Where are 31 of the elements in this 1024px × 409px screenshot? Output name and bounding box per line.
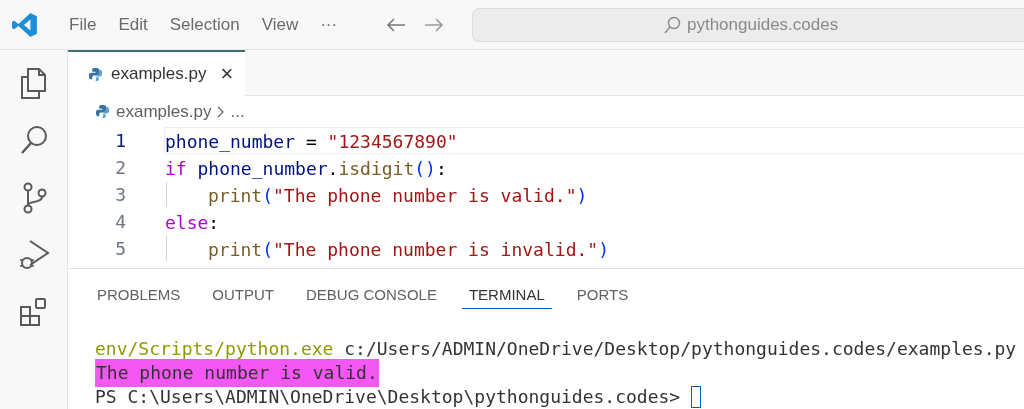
back-arrow-icon[interactable] xyxy=(386,16,407,33)
menu-item[interactable]: File xyxy=(58,10,108,39)
line-number: 4 xyxy=(114,211,127,232)
close-icon[interactable]: × xyxy=(220,63,234,86)
panel-tab[interactable]: PORTS xyxy=(569,282,636,309)
code-line: if phone_number.isdigit(): xyxy=(164,157,448,181)
python-file-icon xyxy=(95,104,110,120)
python-file-icon xyxy=(88,66,103,82)
line-number: 1 xyxy=(114,130,127,151)
line-number: 5 xyxy=(114,238,127,259)
panel-tab[interactable]: DEBUG CONSOLE xyxy=(299,282,444,309)
panel-tab[interactable]: OUTPUT xyxy=(205,282,282,309)
menu-item[interactable]: Selection xyxy=(158,10,251,39)
menu-item[interactable]: Edit xyxy=(107,10,159,39)
line-number: 3 xyxy=(114,184,127,205)
code-line: else: xyxy=(164,211,221,235)
panel-tab[interactable]: TERMINAL xyxy=(461,282,552,309)
terminal-line: env/Scripts/python.exe c:/Users/ADMIN/OneDrive/Desktop/pythonguides.codes/examples.py xyxy=(95,337,1017,361)
menu-item[interactable]: ··· xyxy=(309,10,349,39)
panel-tab[interactable]: PROBLEMS xyxy=(90,282,188,309)
editor-tab[interactable]: examples.py × xyxy=(68,50,246,97)
code-line: phone_number = "1234567890" xyxy=(164,127,1024,154)
chevron-right-icon xyxy=(217,105,225,118)
forward-arrow-icon[interactable] xyxy=(424,16,445,33)
app-logo-icon xyxy=(12,11,38,38)
menu-item[interactable]: View xyxy=(250,10,310,39)
terminal-line: PS C:\Users\ADMIN\OneDrive\Desktop\pythonguides.codes> xyxy=(95,385,682,409)
breadcrumb-item[interactable]: examples.py xyxy=(116,101,212,122)
line-number: 2 xyxy=(114,157,127,178)
breadcrumb-item[interactable]: ... xyxy=(230,101,245,122)
search-icon xyxy=(662,15,681,34)
